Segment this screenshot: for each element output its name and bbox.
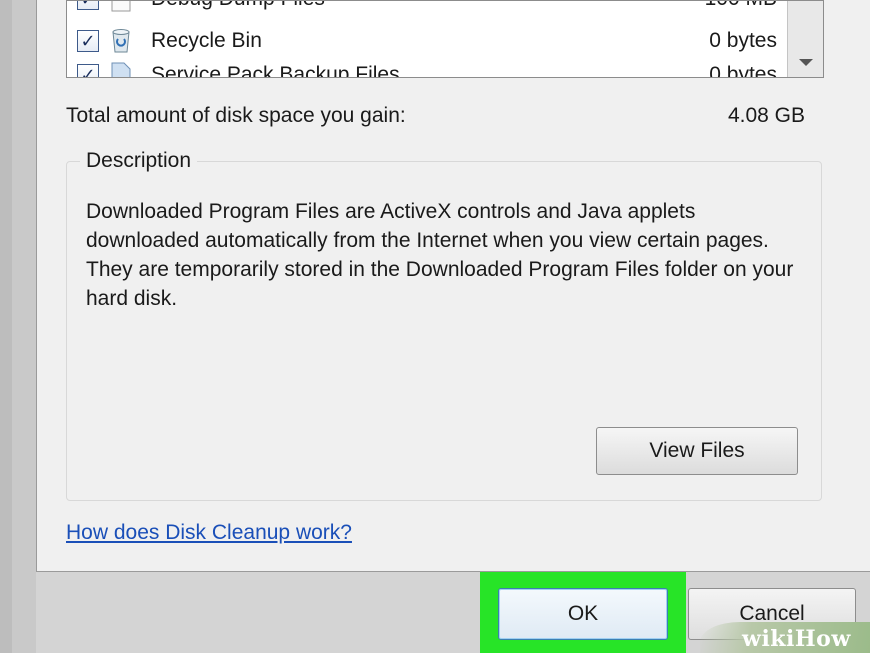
background-edge bbox=[0, 0, 12, 653]
list-item-name: Service Pack Backup Files bbox=[151, 63, 400, 78]
list-item[interactable]: ✓ Debug Dump Files 100 MB bbox=[67, 1, 787, 15]
watermark-logo: wikiHow bbox=[742, 626, 851, 652]
description-legend: Description bbox=[80, 149, 198, 173]
list-item-size: 0 bytes bbox=[709, 63, 777, 78]
files-to-delete-list[interactable]: ✓ Debug Dump Files 100 MB ✓ Recycle Bin … bbox=[66, 0, 824, 78]
checkbox[interactable]: ✓ bbox=[77, 30, 99, 52]
list-item-size: 0 bytes bbox=[709, 29, 777, 52]
checkbox[interactable]: ✓ bbox=[77, 1, 99, 10]
list-item-name: Debug Dump Files bbox=[151, 1, 325, 15]
list-item[interactable]: ✓ Recycle Bin 0 bytes bbox=[67, 25, 787, 57]
view-files-button[interactable]: View Files bbox=[596, 427, 798, 475]
list-item-name: Recycle Bin bbox=[151, 29, 262, 52]
list-item[interactable]: ✓ Service Pack Backup Files 0 bytes bbox=[67, 59, 787, 78]
list-scrollbar[interactable] bbox=[787, 1, 823, 77]
total-space-label: Total amount of disk space you gain: bbox=[66, 104, 406, 127]
scroll-down-icon[interactable] bbox=[799, 59, 813, 66]
total-space-value: 4.08 GB bbox=[727, 104, 805, 127]
checkbox[interactable]: ✓ bbox=[77, 64, 99, 77]
ok-button[interactable]: OK bbox=[498, 588, 668, 640]
list-item-size: 100 MB bbox=[705, 1, 777, 15]
recycle-bin-icon bbox=[109, 28, 133, 54]
blank-file-icon bbox=[109, 1, 133, 12]
description-text: Downloaded Program Files are ActiveX con… bbox=[86, 200, 794, 310]
help-link[interactable]: How does Disk Cleanup work? bbox=[66, 521, 352, 545]
backup-file-icon bbox=[109, 62, 133, 77]
